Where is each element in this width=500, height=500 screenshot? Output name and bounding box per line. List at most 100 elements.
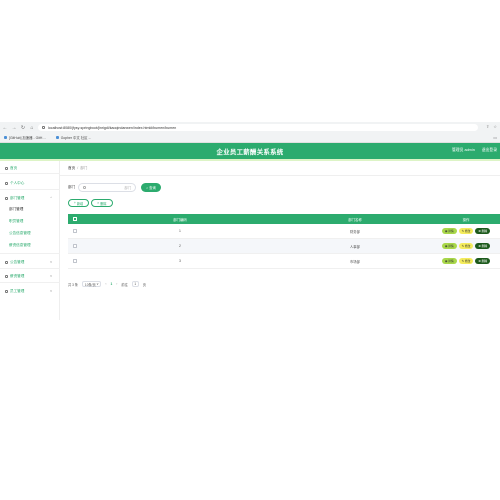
sidebar-divider: [0, 189, 60, 190]
row-delete-button[interactable]: ⊗ 删除: [475, 228, 491, 234]
browser-nav-row: ← → ↻ ⌂ localhost:8080/jfysy-springboot/…: [0, 122, 500, 133]
sidebar-sub-dept[interactable]: 部门管理: [0, 205, 60, 214]
trash-icon: ⊗: [478, 229, 481, 233]
goto-label: 前往: [121, 282, 128, 287]
bookmark-favicon-icon: [4, 136, 7, 139]
search-input[interactable]: 部门: [78, 183, 137, 192]
view-button[interactable]: ◉ 详情: [441, 258, 457, 264]
table-row: 2 人事部 ◉ 详情 ✎ 修改 ⊗ 删除: [68, 239, 500, 254]
bookmark-item[interactable]: [GitHub] 加速器 - GitH…: [4, 135, 46, 140]
cell-name: 市场部: [349, 259, 361, 264]
main-content: 首页 / 部门 部门 部门 ⌕ 查询 + 新增 × 删除 部门编码 部门名称 操作: [60, 161, 500, 320]
row-checkbox[interactable]: [73, 229, 77, 233]
breadcrumb-separator: /: [77, 166, 79, 170]
cell-id: 1: [179, 229, 181, 233]
search-button[interactable]: ⌕ 查询: [141, 183, 161, 192]
goto-page-input[interactable]: 1: [131, 281, 139, 287]
lock-icon: [42, 126, 45, 129]
add-button[interactable]: + 新增: [68, 199, 90, 207]
star-icon[interactable]: ☆: [493, 124, 497, 129]
edit-button[interactable]: ✎ 修改: [458, 258, 474, 264]
search-icon: [83, 186, 86, 189]
search-icon: ⌕: [146, 185, 149, 190]
sidebar-item-employee[interactable]: 员工管理 v: [0, 286, 60, 296]
app-header: 企业员工薪酬关系系统 管理员 admin 退出登录: [0, 143, 500, 159]
app-title: 企业员工薪酬关系系统: [216, 148, 284, 156]
chevron-down-icon: v: [50, 260, 52, 264]
sidebar-sub-notice-info[interactable]: 公告信息管理: [0, 229, 60, 238]
browser-actions: ⇪ ☆: [486, 124, 497, 129]
row-delete-button[interactable]: ⊗ 删除: [475, 258, 491, 264]
pagination: 共 3 条 10条/页 v ‹ 1 › 前往 1 页: [68, 281, 146, 287]
row-checkbox[interactable]: [73, 244, 77, 248]
eye-icon: ◉: [444, 259, 448, 263]
bookmarks-bar: [GitHub] 加速器 - GitH… Gopher 中文 社区 ... ▭: [0, 133, 500, 142]
sidebar-sub-emp[interactable]: 职员管理: [0, 217, 60, 226]
page-number[interactable]: 1: [110, 282, 112, 286]
trash-icon: ×: [97, 201, 100, 205]
cell-name: 财务部: [349, 229, 361, 234]
cell-ops: ◉ 详情 ✎ 修改 ⊗ 删除: [432, 258, 500, 264]
sidebar-divider: [0, 268, 60, 269]
cell-ops: ◉ 详情 ✎ 修改 ⊗ 删除: [432, 243, 500, 249]
user-icon: [5, 289, 8, 293]
breadcrumb-current: 部门: [80, 166, 88, 170]
col-header-id: 部门编码: [173, 217, 187, 222]
row-checkbox[interactable]: [73, 259, 77, 263]
sidebar-divider: [0, 253, 60, 254]
bookmark-favicon-icon: [55, 136, 59, 139]
cell-id: 3: [179, 259, 181, 263]
user-label: 管理员 admin: [452, 148, 475, 152]
view-button[interactable]: ◉ 详情: [441, 228, 457, 234]
share-icon: [5, 196, 8, 200]
sidebar-item-notice[interactable]: 公告管理 v: [0, 257, 60, 267]
user-icon: [5, 181, 8, 185]
edit-button[interactable]: ✎ 修改: [458, 243, 474, 249]
breadcrumb-home[interactable]: 首页: [68, 166, 75, 171]
search-row: 部门 部门 ⌕ 查询: [68, 183, 161, 192]
edit-button[interactable]: ✎ 修改: [458, 228, 474, 234]
sidebar-divider: [0, 173, 60, 174]
sidebar-item-home[interactable]: 首页: [0, 163, 60, 173]
page-background: [0, 320, 500, 500]
chevron-down-icon: v: [50, 289, 52, 293]
view-button[interactable]: ◉ 详情: [441, 243, 457, 249]
forward-arrow-icon[interactable]: →: [10, 124, 18, 132]
sidebar-sub-salary-info[interactable]: 薪资信息管理: [0, 241, 60, 250]
home-icon[interactable]: ⌂: [28, 124, 36, 132]
sidebar-item-personal[interactable]: 个人中心: [0, 178, 60, 188]
sidebar-item-salary[interactable]: 薪资管理 v: [0, 271, 60, 281]
cell-name: 人事部: [349, 244, 361, 249]
sidebar-item-dept-group[interactable]: 部门管理 ^: [0, 193, 60, 203]
breadcrumb-divider: [60, 175, 500, 176]
action-row: + 新增 × 删除: [68, 199, 113, 207]
header-user-area: 管理员 admin 退出登录: [452, 148, 497, 153]
home-icon: [5, 166, 8, 170]
list-icon: [5, 260, 8, 264]
edit-icon: ✎: [461, 229, 465, 233]
col-header-name: 部门名称: [348, 217, 362, 222]
edit-icon: ✎: [461, 244, 465, 248]
plus-icon: +: [74, 201, 76, 205]
cell-id: 2: [179, 244, 181, 248]
row-delete-button[interactable]: ⊗ 删除: [475, 243, 491, 249]
cell-ops: ◉ 详情 ✎ 修改 ⊗ 删除: [432, 228, 500, 234]
delete-button[interactable]: × 删除: [91, 199, 113, 207]
sidebar: 首页 个人中心 部门管理 ^ 部门管理 职员管理 公告信息管理 薪资信息管理 公…: [0, 161, 60, 320]
share-icon[interactable]: ⇪: [486, 124, 489, 129]
back-arrow-icon[interactable]: ←: [1, 124, 9, 132]
sidebar-divider: [0, 282, 60, 283]
bookmarks-folder-icon[interactable]: ▭: [493, 135, 497, 140]
page-size-select[interactable]: 10条/页 v: [81, 281, 102, 287]
bookmark-item[interactable]: Gopher 中文 社区 ...: [55, 135, 91, 140]
prev-page-icon[interactable]: ‹: [105, 282, 106, 286]
logout-link[interactable]: 退出登录: [482, 148, 497, 153]
select-all-checkbox[interactable]: [73, 217, 77, 221]
edit-icon: ✎: [461, 259, 465, 263]
search-placeholder: 部门: [124, 186, 132, 190]
address-bar[interactable]: localhost:8080/jfysy-springboot/jinrigdi…: [38, 124, 478, 131]
reload-icon[interactable]: ↻: [19, 124, 27, 132]
next-page-icon[interactable]: ›: [116, 282, 117, 286]
chevron-down-icon: v: [50, 274, 52, 278]
chevron-up-icon: ^: [50, 196, 52, 200]
